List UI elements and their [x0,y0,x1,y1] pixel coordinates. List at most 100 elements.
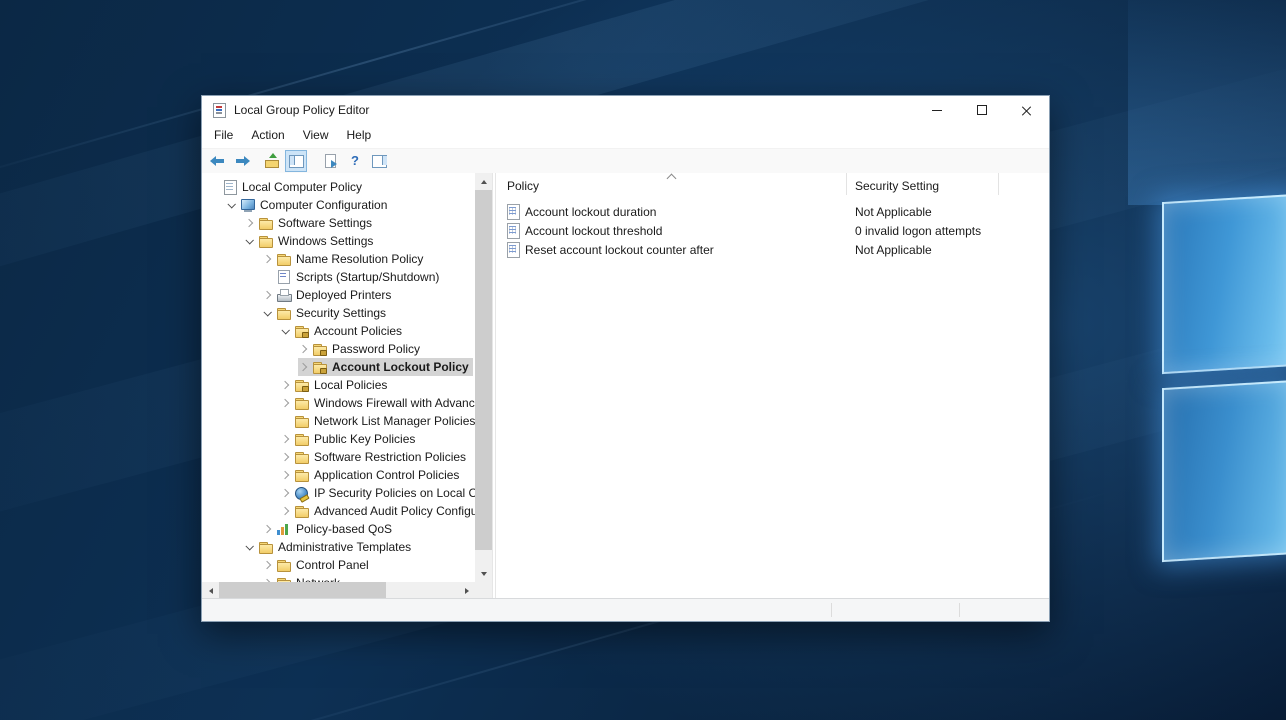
forward-button[interactable] [231,150,253,172]
maximize-button[interactable] [959,96,1004,124]
show-console-tree-button[interactable] [285,150,307,172]
toolbar [202,149,1049,174]
tree-item-label: Windows Firewall with Advanced [314,396,475,410]
menu-help[interactable]: Help [338,124,381,146]
tree-item-label: Advanced Audit Policy Configur [314,504,475,518]
tree-chevron-icon[interactable] [281,453,289,461]
tree-chevron-icon[interactable] [281,471,289,479]
up-one-level-button[interactable] [261,150,283,172]
tree-chevron-icon[interactable] [227,200,235,208]
scroll-down-button[interactable] [475,565,492,582]
console-content: Local Computer Policy Computer Configura… [202,173,1049,599]
export-list-icon [323,153,339,169]
ipsec-icon [294,486,310,501]
folder-icon [258,540,274,555]
tree-chevron-icon[interactable] [281,381,289,389]
tree-item-label: Local Policies [314,378,387,392]
tree-item-password-policy[interactable]: Password Policy [202,340,475,358]
tree-chevron-icon[interactable] [281,326,289,334]
menu-file[interactable]: File [205,124,242,146]
tree-item-control-panel[interactable]: Control Panel [202,556,475,574]
tree-item-advanced-audit-policy-configur[interactable]: Advanced Audit Policy Configur [202,502,475,520]
policy-document-icon [506,223,520,238]
tree-chevron-icon[interactable] [281,489,289,497]
tree-item-network[interactable]: Network [202,574,475,582]
show-action-pane-button[interactable] [368,150,390,172]
list-row-account-lockout-duration[interactable]: Account lockout duration Not Applicable [496,202,1049,221]
tree-item-account-lockout-policy[interactable]: Account Lockout Policy [202,358,475,376]
tree-item-label: Computer Configuration [260,198,387,212]
tree-item-policy-based-qos[interactable]: Policy-based QoS [202,520,475,538]
tree-item-software-restriction-policies[interactable]: Software Restriction Policies [202,448,475,466]
tree-chevron-icon[interactable] [263,561,271,569]
scroll-up-button[interactable] [475,173,492,190]
horizontal-scroll-thumb[interactable] [219,582,386,599]
maximize-icon [977,105,987,115]
printer-icon [276,288,292,303]
folder-icon [258,234,274,249]
tree-item-label: Network List Manager Policies [314,414,475,428]
list-row-account-lockout-threshold[interactable]: Account lockout threshold 0 invalid logo… [496,221,1049,240]
gpedit-window: Local Group Policy Editor FileActionView… [201,95,1050,622]
folder-icon [294,414,310,429]
tree-horizontal-scrollbar[interactable] [202,582,475,599]
windows-logo-rays [1128,0,1286,205]
tree-item-network-list-manager-policies[interactable]: Network List Manager Policies [202,412,475,430]
list-row-reset-account-lockout-counter-after[interactable]: Reset account lockout counter after Not … [496,240,1049,259]
folder-icon [294,396,310,411]
close-button[interactable] [1004,96,1049,124]
tree-chevron-icon[interactable] [245,236,253,244]
folder-icon [294,504,310,519]
minimize-button[interactable] [914,96,959,124]
tree-item-label: Deployed Printers [296,288,391,302]
tree-item-windows-firewall-with-advanced[interactable]: Windows Firewall with Advanced [202,394,475,412]
tree-item-administrative-templates[interactable]: Administrative Templates [202,538,475,556]
tree-item-local-policies[interactable]: Local Policies [202,376,475,394]
column-header-security-setting[interactable]: Security Setting [847,173,999,195]
tree-chevron-icon[interactable] [245,542,253,550]
scroll-left-icon [209,588,213,594]
tree-vertical-scrollbar[interactable] [475,173,492,582]
tree-chevron-icon[interactable] [299,345,307,353]
tree-chevron-icon[interactable] [263,308,271,316]
tree-item-label: Local Computer Policy [242,180,362,194]
back-button[interactable] [207,150,229,172]
action-pane-icon [371,153,387,169]
console-tree-pane: Local Computer Policy Computer Configura… [202,173,493,599]
tree-chevron-icon[interactable] [281,507,289,515]
menu-view[interactable]: View [294,124,338,146]
column-label: Security Setting [855,179,939,193]
tree-chevron-icon[interactable] [263,255,271,263]
tree-item-software-settings[interactable]: Software Settings [202,214,475,232]
tree-item-public-key-policies[interactable]: Public Key Policies [202,430,475,448]
tree-item-windows-settings[interactable]: Windows Settings [202,232,475,250]
tree-chevron-icon[interactable] [299,363,307,371]
tree-chevron-icon[interactable] [263,525,271,533]
windows-logo-pane-bottom [1162,380,1286,562]
vertical-scroll-thumb[interactable] [475,190,492,550]
title-bar[interactable]: Local Group Policy Editor [202,96,1049,124]
tree-item-name-resolution-policy[interactable]: Name Resolution Policy [202,250,475,268]
tree-chevron-icon[interactable] [281,435,289,443]
tree-item-local-computer-policy[interactable]: Local Computer Policy [202,178,475,196]
up-one-level-icon [264,153,280,169]
export-list-button[interactable] [320,150,342,172]
tree-item-computer-configuration[interactable]: Computer Configuration [202,196,475,214]
tree-item-label: Control Panel [296,558,369,572]
tree-item-application-control-policies[interactable]: Application Control Policies [202,466,475,484]
tree-chevron-icon[interactable] [245,219,253,227]
qos-icon [276,522,292,537]
menu-action[interactable]: Action [242,124,293,146]
scroll-left-button[interactable] [202,582,219,599]
tree-item-security-settings[interactable]: Security Settings [202,304,475,322]
tree-chevron-icon[interactable] [281,399,289,407]
tree-item-scripts-startup-shutdown[interactable]: Scripts (Startup/Shutdown) [202,268,475,286]
tree-item-label: Application Control Policies [314,468,459,482]
tree-item-ip-security-policies-on-local-con[interactable]: IP Security Policies on Local Con [202,484,475,502]
tree-item-account-policies[interactable]: Account Policies [202,322,475,340]
tree-item-deployed-printers[interactable]: Deployed Printers [202,286,475,304]
help-button[interactable] [344,150,366,172]
scroll-right-button[interactable] [458,582,475,599]
menu-bar: FileActionViewHelp [202,124,1049,149]
tree-chevron-icon[interactable] [263,291,271,299]
